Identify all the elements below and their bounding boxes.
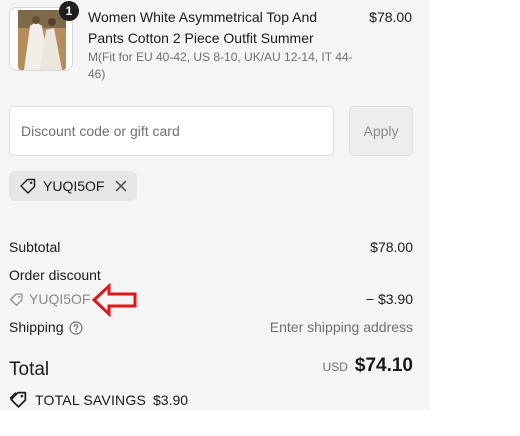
order-discount-label: Order discount bbox=[9, 267, 101, 283]
remove-discount-button[interactable] bbox=[114, 179, 128, 193]
discount-code-input[interactable] bbox=[9, 106, 334, 156]
total-row: Total USD $74.10 bbox=[9, 355, 413, 381]
order-summary-panel: 1 Women White Asymmetrical Top And Pants… bbox=[0, 0, 430, 410]
shipping-row: Shipping Enter shipping address bbox=[9, 319, 413, 335]
total-savings-value: $3.90 bbox=[153, 391, 189, 408]
quantity-badge: 1 bbox=[59, 1, 79, 21]
applied-discount-chip: YUQI5OF bbox=[9, 171, 138, 201]
discount-code-text: YUQI5OF bbox=[29, 291, 91, 307]
question-circle-icon[interactable] bbox=[68, 321, 83, 335]
subtotal-label: Subtotal bbox=[9, 239, 61, 255]
product-title: Women White Asymmetrical Top And Pants C… bbox=[88, 9, 318, 46]
tag-icon bbox=[10, 292, 23, 306]
tag-icon bbox=[19, 177, 37, 195]
close-icon bbox=[116, 180, 127, 192]
discount-code-line: YUQI5OF bbox=[9, 291, 413, 307]
tag-icon bbox=[9, 391, 27, 408]
product-thumbnail: 1 bbox=[9, 1, 79, 71]
discount-value: − $3.90 bbox=[365, 291, 413, 307]
total-label: Total bbox=[9, 359, 50, 380]
product-variant: M(Fit for EU 40-42, US 8-10, UK/AU 12-14… bbox=[88, 50, 353, 81]
applied-discount-code: YUQI5OF bbox=[43, 178, 105, 194]
subtotal-row: Subtotal $78.00 bbox=[9, 239, 413, 255]
order-discount-row: Order discount bbox=[9, 267, 413, 283]
total-amount-group: USD $74.10 bbox=[323, 355, 413, 377]
annotation-arrow-icon bbox=[92, 283, 137, 317]
total-savings: TOTAL SAVINGS $3.90 bbox=[9, 390, 413, 409]
shipping-value: Enter shipping address bbox=[269, 319, 413, 335]
apply-discount-button[interactable]: Apply bbox=[349, 106, 413, 156]
subtotal-value: $78.00 bbox=[370, 239, 413, 255]
total-amount: $74.10 bbox=[354, 355, 413, 376]
total-savings-row: TOTAL SAVINGS $3.90 bbox=[9, 390, 413, 409]
product-price: $78.00 bbox=[369, 9, 412, 25]
shipping-label: Shipping bbox=[9, 319, 64, 335]
total-currency: USD bbox=[322, 360, 348, 374]
total-savings-label: TOTAL SAVINGS bbox=[35, 391, 146, 408]
discount-code-row: YUQI5OF − $3.90 bbox=[9, 291, 413, 307]
